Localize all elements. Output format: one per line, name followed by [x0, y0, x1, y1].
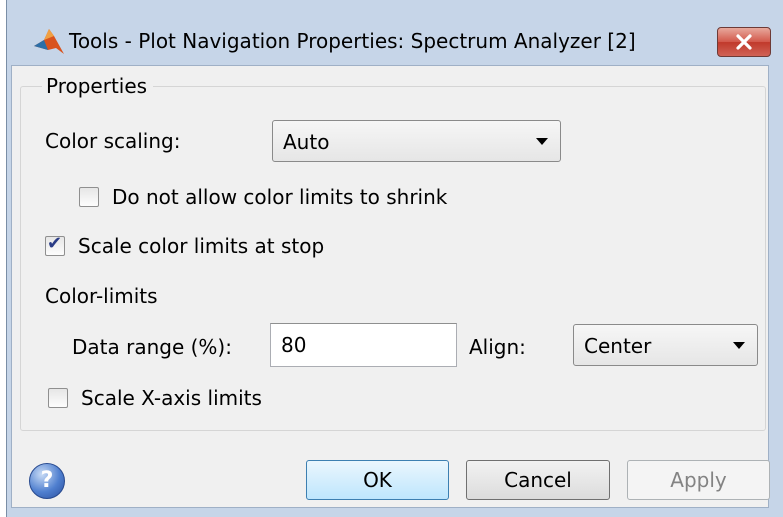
- close-button[interactable]: [717, 27, 771, 57]
- color-scaling-label: Color scaling:: [45, 129, 181, 153]
- scale-at-stop-label[interactable]: Scale color limits at stop: [78, 234, 324, 258]
- apply-button[interactable]: Apply: [627, 460, 770, 500]
- data-range-input[interactable]: 80: [270, 323, 457, 367]
- window-title: Tools - Plot Navigation Properties: Spec…: [69, 29, 636, 53]
- properties-group-title: Properties: [42, 74, 154, 98]
- close-icon: [736, 34, 752, 50]
- no-shrink-label[interactable]: Do not allow color limits to shrink: [112, 185, 447, 209]
- matlab-logo-icon: [34, 29, 64, 54]
- scale-at-stop-checkbox[interactable]: ✔: [45, 233, 65, 256]
- chevron-down-icon: [536, 138, 548, 145]
- scale-x-label[interactable]: Scale X-axis limits: [81, 386, 262, 410]
- chevron-down-icon: [733, 342, 745, 349]
- data-range-label: Data range (%):: [72, 335, 232, 359]
- align-dropdown[interactable]: Center: [573, 324, 758, 366]
- color-limits-heading: Color-limits: [45, 284, 158, 308]
- checkmark-icon: ✔: [47, 233, 63, 254]
- color-scaling-value: Auto: [283, 130, 330, 154]
- no-shrink-checkbox[interactable]: [79, 187, 99, 207]
- data-range-value: 80: [281, 333, 307, 357]
- align-label: Align:: [469, 335, 526, 359]
- cancel-button[interactable]: Cancel: [466, 460, 610, 500]
- scale-x-checkbox[interactable]: [48, 388, 68, 408]
- help-icon[interactable]: ?: [29, 463, 65, 499]
- align-value: Center: [584, 334, 652, 358]
- ok-button[interactable]: OK: [306, 460, 449, 500]
- color-scaling-dropdown[interactable]: Auto: [272, 120, 561, 162]
